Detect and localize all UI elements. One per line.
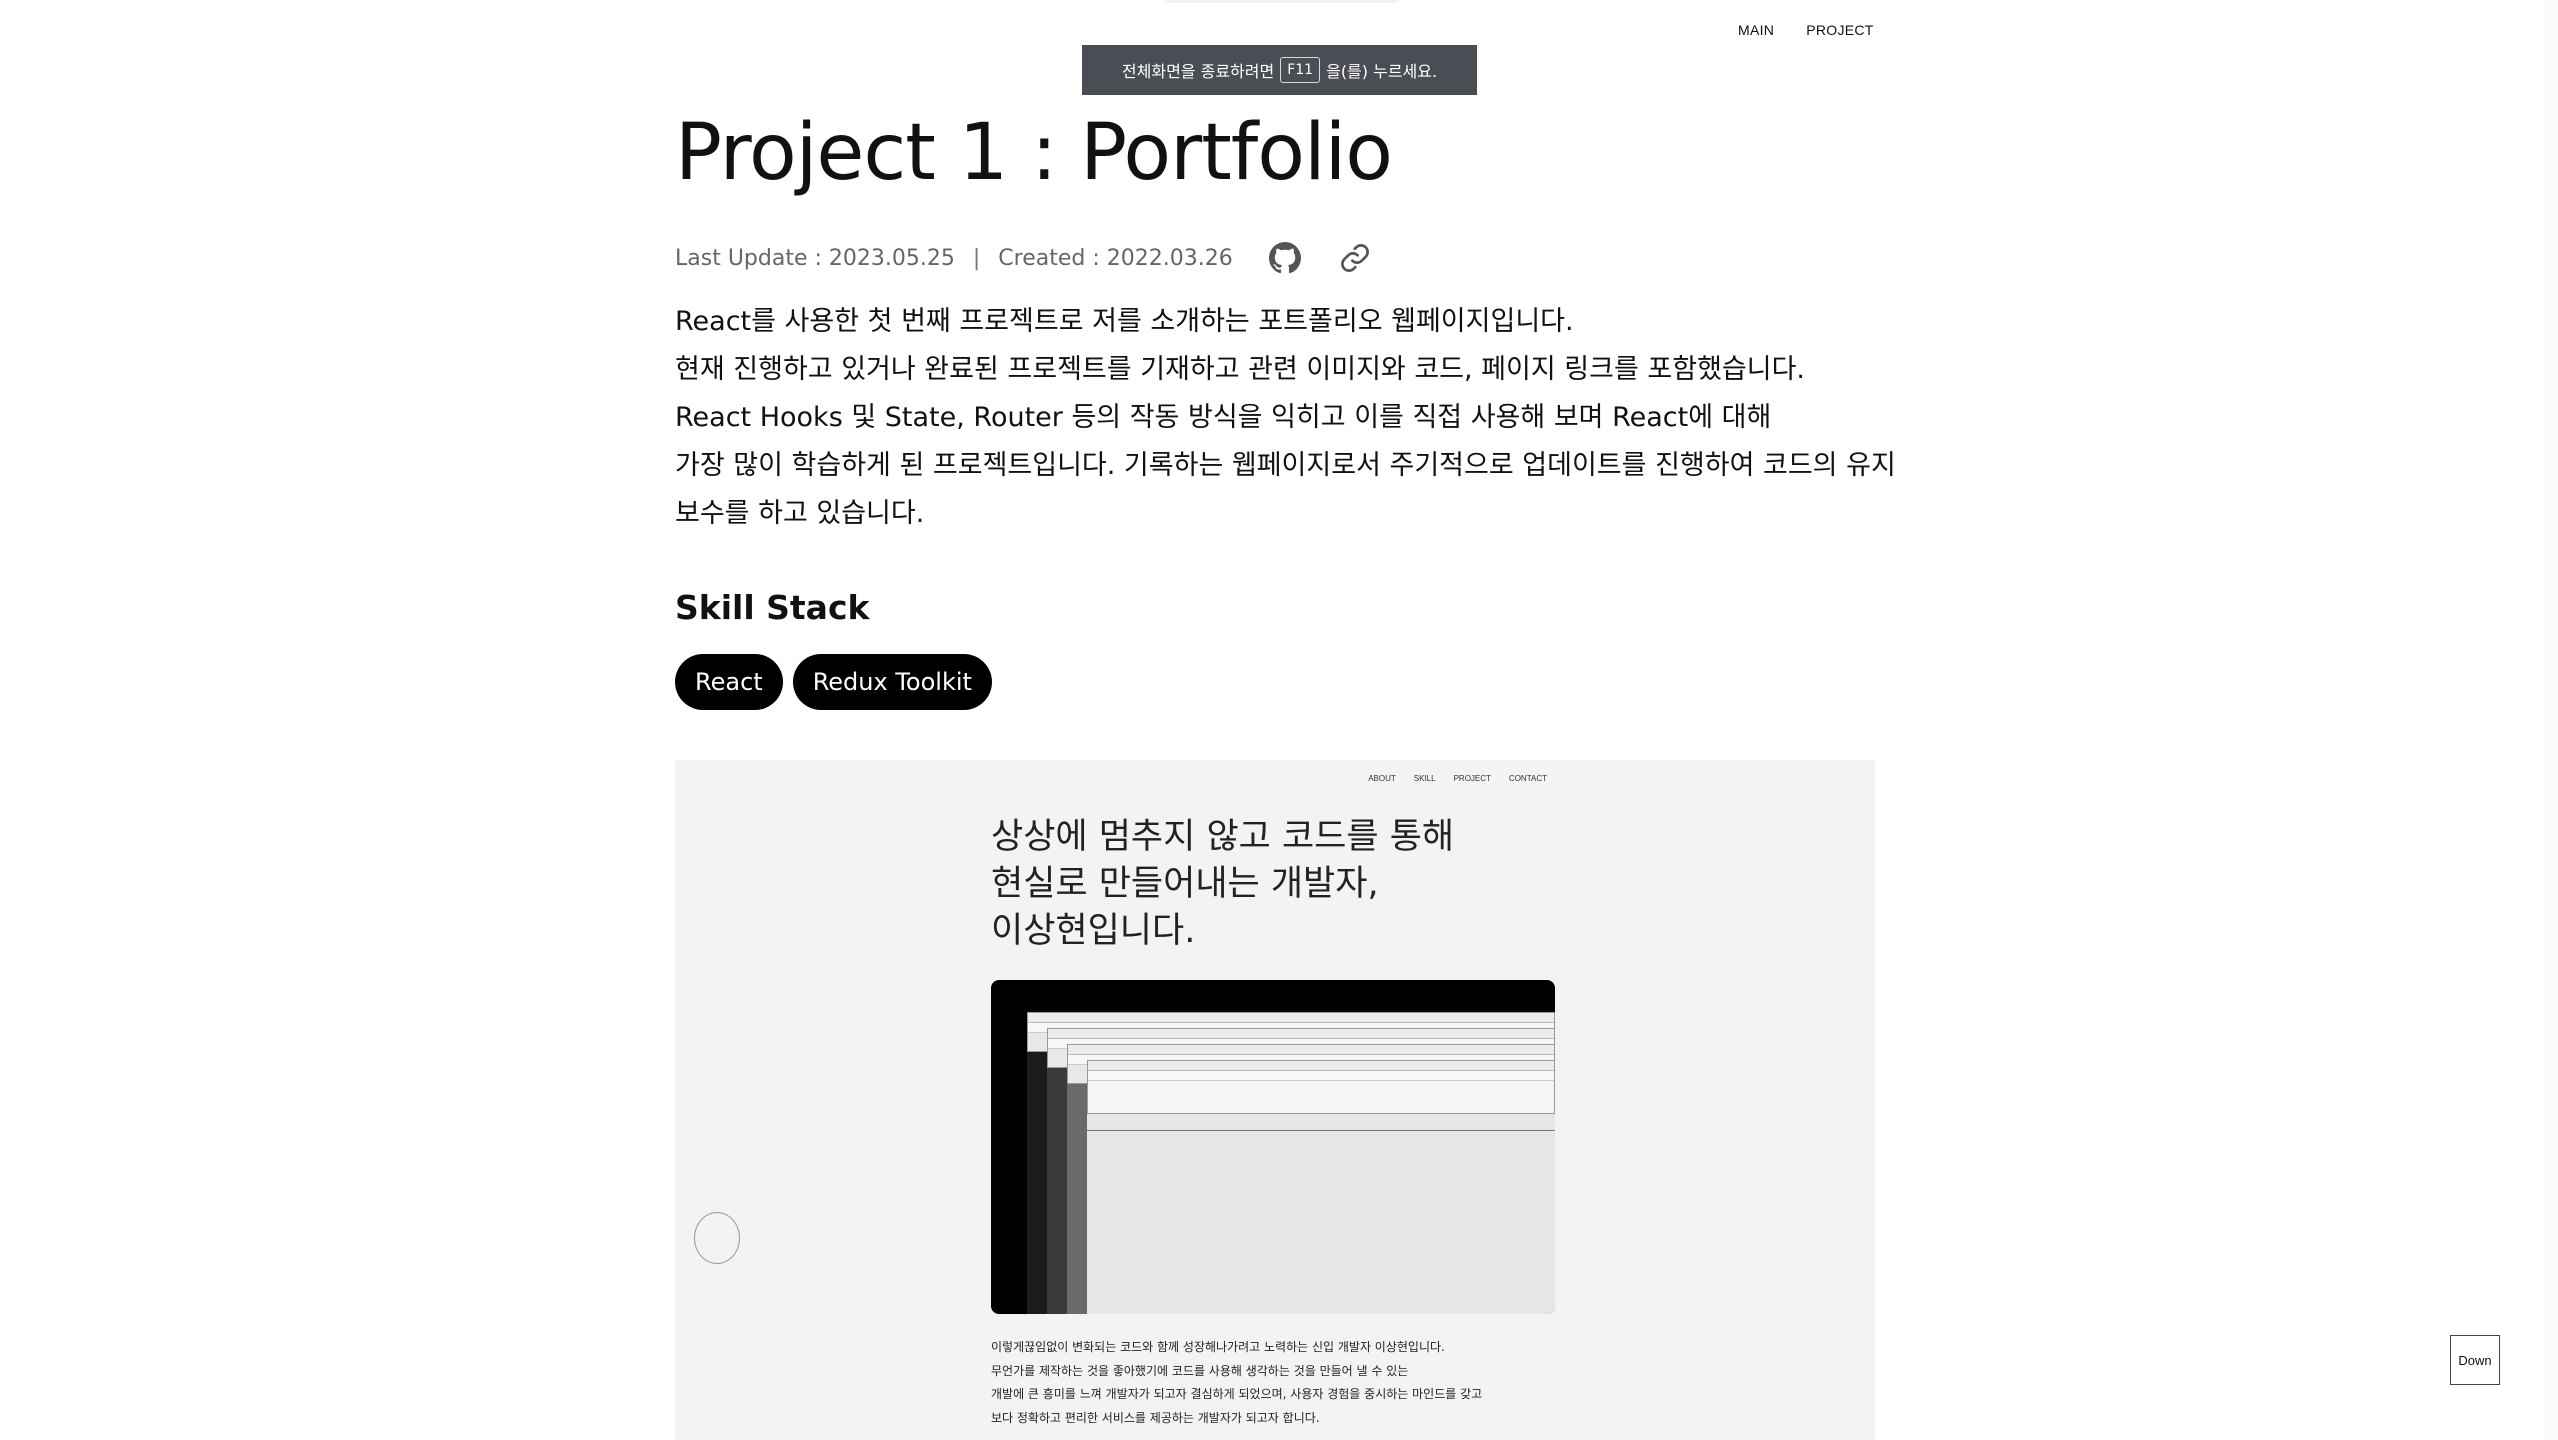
skill-stack: React Redux Toolkit [675,654,992,710]
preview-nav-skill: SKILL [1413,774,1436,783]
project-meta: Last Update : 2023.05.25 | Created : 202… [675,240,1373,276]
browser-window [1087,1060,1555,1114]
layer-strip [1087,1088,1555,1314]
preview-nav-project: PROJECT [1453,774,1491,783]
top-nav: MAIN PROJECT [1738,22,1874,38]
toast-key: F11 [1280,57,1321,83]
last-update: Last Update : 2023.05.25 [675,245,955,271]
description-line: React를 사용한 첫 번째 프로젝트로 저를 소개하는 포트폴리오 웹페이지… [675,306,1574,337]
skill-badge-redux-toolkit: Redux Toolkit [792,654,992,710]
preview-paragraph: 이렇게끊임없이 변화되는 코드와 함께 성장해나가려고 노력하는 신입 개발자 … [991,1336,1482,1430]
scroll-down-button[interactable]: Down [2450,1335,2500,1385]
description-line: 보수를 하고 있습니다. [675,498,925,529]
description-line: 현재 진행하고 있거나 완료된 프로젝트를 기재하고 관련 이미지와 코드, 페… [675,354,1806,385]
preview-headline-line: 현실로 만들어내는 개발자, [991,864,1379,904]
project-preview-image: ABOUT SKILL PROJECT CONTACT 상상에 멈추지 않고 코… [675,760,1875,1440]
toast-suffix: 을(를) 누르세요. [1326,62,1438,81]
scrollbar-thumb[interactable] [2547,0,2555,1440]
meta-separator: | [972,245,981,271]
preview-nav: ABOUT SKILL PROJECT CONTACT [1368,774,1547,783]
page: MAIN PROJECT 전체화면을 종료하려면 F11 을(를) 누르세요. … [0,0,2558,1440]
preview-headline-line: 상상에 멈추지 않고 코드를 통해 [991,817,1455,857]
preview-headline: 상상에 멈추지 않고 코드를 통해 현실로 만들어내는 개발자, 이상현입니다. [991,814,1454,955]
layer-strip [1067,1074,1087,1314]
preview-screenshot [991,980,1555,1314]
nav-main-link[interactable]: MAIN [1738,22,1774,38]
toast-prefix: 전체화면을 종료하려면 [1121,62,1275,81]
project-description: React를 사용한 첫 번째 프로젝트로 저를 소개하는 포트폴리오 웹페이지… [675,298,1896,538]
description-line: React Hooks 및 State, Router 등의 작동 방식을 익히… [675,402,1772,433]
nav-project-link[interactable]: PROJECT [1806,22,1873,38]
preview-headline-line: 이상현입니다. [991,911,1196,951]
skill-stack-title: Skill Stack [675,588,870,627]
preview-paragraph-line: 이렇게끊임없이 변화되는 코드와 함께 성장해나가려고 노력하는 신입 개발자 … [991,1340,1445,1354]
layer-strip [1027,1048,1047,1314]
divider [1087,1130,1555,1131]
preview-paragraph-line: 개발에 큰 흥미를 느껴 개발자가 되고자 결심하게 되었으며, 사용자 경험을… [991,1387,1483,1401]
top-edge-line [1165,0,1397,3]
preview-nav-about: ABOUT [1368,774,1396,783]
skill-badge-react: React [675,654,783,710]
layer-strip [1047,1060,1067,1314]
preview-paragraph-line: 보다 정확하고 편리한 서비스를 제공하는 개발자가 되고자 합니다. [991,1410,1320,1425]
page-title: Project 1 : Portfolio [675,108,1393,198]
vertical-scrollbar[interactable] [2544,0,2558,1440]
github-icon[interactable] [1267,240,1303,276]
created-date: Created : 2022.03.26 [998,245,1233,271]
preview-carousel-dot [694,1212,740,1264]
link-icon[interactable] [1337,240,1373,276]
description-line: 가장 많이 학습하게 된 프로젝트입니다. 기록하는 웹페이지로서 주기적으로 … [675,450,1896,481]
preview-paragraph-line: 무언가를 제작하는 것을 좋아했기에 코드를 사용해 생각하는 것을 만들어 낼… [991,1363,1409,1378]
preview-nav-contact: CONTACT [1508,774,1547,783]
fullscreen-exit-toast: 전체화면을 종료하려면 F11 을(를) 누르세요. [1082,45,1477,95]
